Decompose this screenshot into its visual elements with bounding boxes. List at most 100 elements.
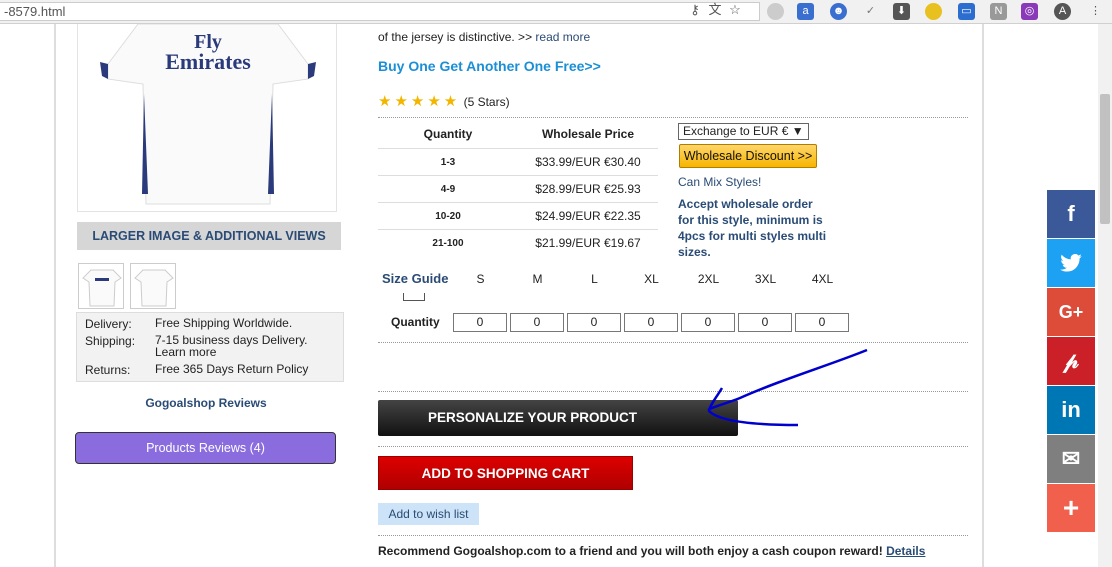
table-row: 4-9 $28.99/EUR €25.93	[378, 175, 658, 202]
extension-instagram-icon[interactable]: ◎	[1021, 3, 1038, 20]
shipping-key: Shipping:	[85, 334, 136, 348]
shipping-key: Delivery:	[85, 317, 132, 331]
wholesale-discount-button[interactable]: Wholesale Discount >>	[679, 144, 817, 168]
quantity-inputs: 0 0 0 0 0 0 0	[453, 313, 849, 332]
scrollbar[interactable]	[1098, 24, 1112, 567]
price-cell: $24.99/EUR €22.35	[535, 209, 641, 223]
shipping-key: Returns:	[85, 363, 131, 377]
divider	[378, 342, 968, 343]
read-more-link[interactable]: read more	[535, 30, 590, 44]
size-label: 3XL	[754, 272, 777, 286]
extension-user-icon[interactable]: ☻	[830, 3, 847, 20]
extension-chat-icon[interactable]: ▭	[958, 3, 975, 20]
details-link[interactable]: Details	[886, 544, 925, 558]
add-to-wishlist-button[interactable]: Add to wish list	[378, 503, 479, 525]
divider	[378, 391, 968, 392]
facebook-share-button[interactable]: f	[1047, 190, 1095, 238]
mix-styles-text: Can Mix Styles!	[678, 175, 762, 189]
quantity-input-4xl[interactable]: 0	[795, 313, 849, 332]
star-rating-icon: ★★★★★	[378, 93, 461, 110]
table-header: Quantity	[423, 127, 473, 141]
qty-cell: 4-9	[440, 184, 456, 195]
shipping-value: Free 365 Days Return Policy	[155, 362, 309, 376]
size-label: S	[476, 272, 485, 286]
description-text: of the jersey is distinctive. >>	[378, 30, 533, 44]
divider	[378, 117, 968, 118]
extension-globe-icon[interactable]	[767, 3, 784, 20]
size-labels: S M L XL 2XL 3XL 4XL	[452, 272, 851, 286]
extension-clock-icon[interactable]	[925, 3, 942, 20]
quantity-input-3xl[interactable]: 0	[738, 313, 792, 332]
jersey-text-emirates: Emirates	[165, 49, 251, 74]
scrollbar-thumb[interactable]	[1100, 94, 1110, 224]
currency-select[interactable]: Exchange to EUR € ▼	[678, 123, 809, 140]
linkedin-icon: in	[1061, 397, 1081, 422]
promo-link[interactable]: Buy One Get Another One Free>>	[378, 58, 601, 74]
products-reviews-button[interactable]: Products Reviews (4)	[75, 432, 336, 464]
extension-lock-icon[interactable]: a	[797, 3, 814, 20]
quantity-input-2xl[interactable]: 0	[681, 313, 735, 332]
plus-icon: +	[1062, 492, 1080, 523]
jersey-thumbnail-icon	[134, 269, 174, 307]
pinterest-share-button[interactable]: 𝓅	[1047, 337, 1095, 385]
browser-toolbar: -8579.html ⚷ ⽂ ☆ a ☻ ✓ ⬇ ▭ N ◎ A ⋮	[0, 0, 1112, 24]
qty-cell: 1-3	[440, 157, 456, 168]
quantity-label: Quantity	[391, 315, 440, 329]
wholesale-note: Accept wholesale order for this style, m…	[678, 197, 827, 259]
recommend-text: Recommend Gogoalshop.com to a friend and…	[378, 544, 925, 558]
table-row: 1-3 $33.99/EUR €30.40	[378, 148, 658, 175]
add-to-cart-button[interactable]: ADD TO SHOPPING CART	[378, 456, 633, 490]
personalize-button[interactable]: PERSONALIZE YOUR PRODUCT	[378, 400, 738, 436]
price-cell: $33.99/EUR €30.40	[535, 155, 641, 169]
key-icon[interactable]: ⚷	[688, 3, 702, 17]
product-description: of the jersey is distinctive. >> read mo…	[378, 30, 590, 44]
jersey-thumbnail-icon	[82, 269, 122, 307]
product-image[interactable]: Fly Emirates	[77, 24, 337, 212]
size-label: 4XL	[811, 272, 834, 286]
google-plus-share-button[interactable]: G+	[1047, 288, 1095, 336]
jersey-illustration: Fly Emirates	[100, 24, 316, 205]
url-text: -8579.html	[4, 4, 66, 19]
extension-a-icon[interactable]: A	[1054, 3, 1071, 20]
size-label: XL	[644, 272, 659, 286]
currency-select-value: Exchange to EUR €	[683, 124, 789, 138]
divider	[378, 446, 968, 447]
chevron-down-icon: ▼	[791, 124, 804, 138]
table-row: 21-100 $21.99/EUR €19.67	[378, 229, 658, 256]
thumbnail-front[interactable]	[78, 263, 124, 309]
quantity-input-s[interactable]: 0	[453, 313, 507, 332]
more-share-button[interactable]: +	[1047, 484, 1095, 532]
page-border-left	[54, 24, 56, 567]
table-header: Wholesale Price	[541, 127, 635, 141]
quantity-input-xl[interactable]: 0	[624, 313, 678, 332]
divider	[378, 535, 968, 536]
quantity-input-m[interactable]: 0	[510, 313, 564, 332]
qty-cell: 21-100	[432, 238, 464, 249]
size-guide-link[interactable]: Size Guide	[382, 271, 448, 286]
translate-icon[interactable]: ⽂	[708, 3, 722, 17]
gogoalshop-reviews-link[interactable]: Gogoalshop Reviews	[76, 396, 336, 410]
twitter-share-button[interactable]	[1047, 239, 1095, 287]
learn-more-link[interactable]: Learn more	[155, 345, 216, 359]
email-icon: ✉	[1061, 446, 1081, 471]
size-label: 2XL	[697, 272, 720, 286]
quantity-input-l[interactable]: 0	[567, 313, 621, 332]
size-label: M	[532, 272, 543, 286]
menu-icon[interactable]: ⋮	[1087, 3, 1104, 20]
thumbnail-back[interactable]	[130, 263, 176, 309]
shipping-value: Free Shipping Worldwide.	[155, 316, 293, 330]
ruler-icon[interactable]	[403, 293, 425, 301]
star-icon[interactable]: ☆	[728, 3, 742, 17]
email-share-button[interactable]: ✉	[1047, 435, 1095, 483]
extension-n-icon[interactable]: N	[990, 3, 1007, 20]
page-border-right	[982, 24, 984, 567]
qty-cell: 10-20	[435, 211, 461, 222]
address-bar[interactable]: -8579.html	[0, 2, 760, 21]
extension-check-icon[interactable]: ✓	[862, 3, 879, 20]
table-row: 10-20 $24.99/EUR €22.35	[378, 202, 658, 229]
larger-image-button[interactable]: LARGER IMAGE & ADDITIONAL VIEWS	[77, 222, 341, 250]
price-cell: $21.99/EUR €19.67	[535, 236, 641, 250]
linkedin-share-button[interactable]: in	[1047, 386, 1095, 434]
rating-text: (5 Stars)	[463, 95, 510, 109]
extension-download-icon[interactable]: ⬇	[893, 3, 910, 20]
